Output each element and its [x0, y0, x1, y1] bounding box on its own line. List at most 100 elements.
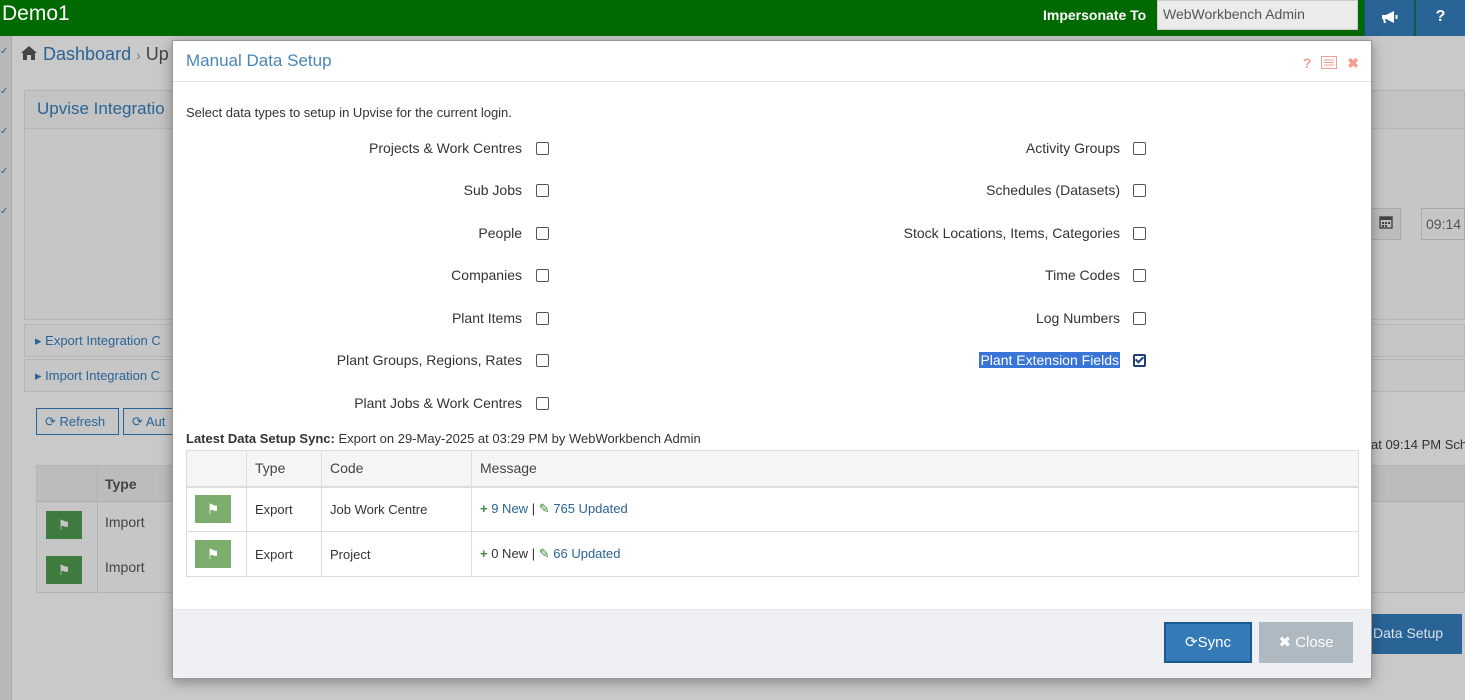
close-icon: ✖ — [1278, 634, 1292, 651]
table-header-row: Type Code Message — [186, 450, 1359, 488]
latest-sync-label: Latest Data Setup Sync: — [186, 431, 335, 446]
impersonate-label: Impersonate To — [1043, 7, 1147, 23]
schedule-text: at 09:14 PM Sch — [1371, 437, 1465, 452]
checkbox-people[interactable] — [536, 227, 549, 240]
option-label-sub-jobs: Sub Jobs — [463, 182, 522, 198]
refresh-icon: ⟳ — [1185, 634, 1198, 651]
check-icon: ✓ — [0, 206, 9, 217]
type-column-header: Type — [246, 450, 322, 488]
plus-icon: + — [480, 546, 488, 561]
auto-button[interactable]: ⟳ Aut — [123, 408, 172, 435]
close-icon[interactable]: ✖ — [1347, 55, 1359, 71]
calendar-icon — [1379, 216, 1393, 229]
selected-text-highlight: Plant Extension Fields — [979, 352, 1120, 368]
checkbox-projects-work-centres[interactable] — [536, 142, 549, 155]
check-icon: ✓ — [0, 46, 9, 57]
data-setup-button[interactable]: Data Setup — [1365, 614, 1462, 654]
checkbox-log-numbers[interactable] — [1133, 312, 1146, 325]
message-separator: | — [531, 546, 536, 561]
option-label-people: People — [478, 225, 522, 241]
checkbox-stock-locations[interactable] — [1133, 227, 1146, 240]
option-label-plant-extension-fields: Plant Extension Fields — [979, 352, 1120, 368]
edit-icon: ✎ — [538, 501, 550, 517]
help-icon[interactable]: ? — [1303, 55, 1312, 71]
option-label-plant-jobs: Plant Jobs & Work Centres — [354, 395, 522, 411]
caret-right-icon: ▸ — [35, 368, 42, 383]
dialog-title: Manual Data Setup — [186, 51, 332, 70]
checkbox-plant-jobs[interactable] — [536, 397, 549, 410]
check-icon: ✓ — [0, 166, 9, 177]
new-count-link[interactable]: 9 New — [491, 501, 528, 516]
table-cell-type: Import — [105, 514, 145, 530]
new-count-text: 0 New — [491, 546, 529, 561]
import-section-label: Import Integration C — [45, 368, 161, 383]
option-label-projects-work-centres: Projects & Work Centres — [368, 140, 522, 156]
export-section-label: Export Integration C — [45, 333, 161, 348]
help-button[interactable]: ? — [1415, 0, 1465, 36]
announcement-button[interactable] — [1364, 0, 1414, 36]
refresh-icon: ⟳ — [132, 414, 143, 429]
option-label-companies: Companies — [451, 267, 522, 283]
refresh-label: Refresh — [59, 414, 106, 429]
sync-button[interactable]: ⟳Sync — [1164, 622, 1252, 663]
check-icon: ✓ — [0, 86, 9, 97]
checkbox-activity-groups[interactable] — [1133, 142, 1146, 155]
table-cell-type: Import — [105, 559, 145, 575]
manual-data-setup-dialog: Manual Data Setup ? ✖ Select data types … — [172, 40, 1372, 679]
dialog-footer: ⟳Sync ✖ Close — [173, 609, 1371, 678]
option-label-activity-groups: Activity Groups — [1025, 140, 1120, 156]
refresh-button[interactable]: ⟳ Refresh — [36, 408, 119, 435]
sync-results-table: Type Code Message ⚑ Export Job Work Cent… — [186, 450, 1359, 577]
close-button[interactable]: ✖ Close — [1259, 622, 1353, 663]
breadcrumb: Dashboard › Up — [20, 44, 169, 65]
option-label-plant-groups: Plant Groups, Regions, Rates — [336, 352, 522, 368]
time-input[interactable]: 09:14 — [1421, 208, 1465, 240]
flag-icon: ⚑ — [206, 501, 220, 518]
checkbox-plant-extension-fields[interactable] — [1133, 354, 1146, 367]
flag-button[interactable]: ⚑ — [46, 511, 82, 539]
flag-icon: ⚑ — [206, 546, 220, 562]
updated-count-link[interactable]: 765 Updated — [553, 501, 627, 516]
refresh-icon: ⟳ — [45, 414, 56, 429]
top-bar: Demo1 Impersonate To WebWorkbench Admin … — [0, 0, 1465, 36]
table-cell-message: + 9 New | ✎ 765 Updated — [471, 486, 1359, 532]
table-cell-message: + 0 New | ✎ 66 Updated — [471, 531, 1359, 577]
table-cell-code: Project — [321, 531, 472, 577]
list-icon[interactable] — [1321, 55, 1341, 71]
checkbox-plant-items[interactable] — [536, 312, 549, 325]
flag-button[interactable]: ⚑ — [46, 556, 82, 584]
breadcrumb-separator: › — [136, 47, 141, 63]
breadcrumb-dashboard-link[interactable]: Dashboard — [43, 44, 131, 64]
option-label-schedules: Schedules (Datasets) — [986, 182, 1120, 198]
sync-button-label: Sync — [1197, 634, 1231, 651]
type-column-header: Type — [105, 476, 137, 492]
option-label-time-codes: Time Codes — [1045, 267, 1120, 283]
message-column-header: Message — [471, 450, 1359, 488]
checkbox-companies[interactable] — [536, 269, 549, 282]
edit-icon: ✎ — [538, 546, 550, 561]
checkbox-sub-jobs[interactable] — [536, 184, 549, 197]
megaphone-icon — [1381, 8, 1399, 25]
latest-sync-text: Export on 29-May-2025 at 03:29 PM by Web… — [338, 431, 701, 446]
auto-label: Aut — [145, 414, 166, 429]
table-row: ⚑ Export Project + 0 New | ✎ 66 Updated — [186, 531, 1359, 577]
flag-button[interactable]: ⚑ — [195, 495, 231, 524]
left-sidebar-strip: ✓ ✓ ✓ ✓ ✓ — [0, 36, 12, 700]
checkbox-plant-groups[interactable] — [536, 354, 549, 367]
checkbox-time-codes[interactable] — [1133, 269, 1146, 282]
dialog-intro-text: Select data types to setup in Upvise for… — [186, 105, 512, 120]
impersonate-select[interactable]: WebWorkbench Admin — [1157, 0, 1358, 30]
table-cell-code: Job Work Centre — [321, 486, 472, 532]
option-label-log-numbers: Log Numbers — [1035, 310, 1120, 326]
breadcrumb-current: Up — [145, 44, 169, 64]
close-button-label: Close — [1295, 634, 1334, 651]
updated-count-link[interactable]: 66 Updated — [553, 546, 620, 561]
caret-right-icon: ▸ — [35, 333, 42, 348]
checkbox-schedules[interactable] — [1133, 184, 1146, 197]
calendar-button[interactable] — [1371, 208, 1401, 240]
option-label-stock-locations: Stock Locations, Items, Categories — [903, 225, 1120, 241]
table-row: ⚑ Export Job Work Centre + 9 New | ✎ 765… — [186, 486, 1359, 532]
home-icon — [20, 44, 43, 64]
flag-button[interactable]: ⚑ — [195, 540, 231, 568]
dialog-header: Manual Data Setup ? ✖ — [173, 41, 1371, 82]
